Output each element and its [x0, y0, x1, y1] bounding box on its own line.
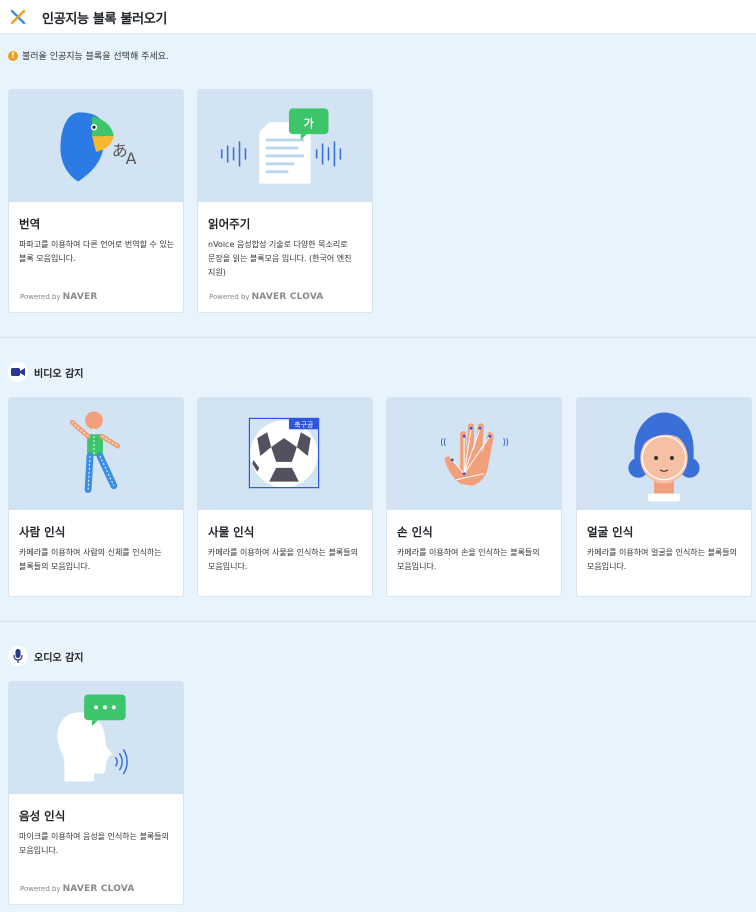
svg-text:A: A	[126, 149, 137, 168]
section-audio: 오디오 감지	[8, 646, 83, 666]
card-image	[387, 398, 561, 510]
card-description: 카메라를 이용하여 손을 인식하는 블록들의 모음입니다.	[397, 548, 540, 571]
close-icon[interactable]	[9, 8, 27, 26]
dialog-header: 인공지능 블록 불러오기	[0, 0, 756, 34]
card-image: 가	[198, 90, 372, 202]
soccer-ball-icon: 축구공	[248, 417, 320, 489]
naver-clova-logo: NAVER CLOVA	[251, 292, 324, 302]
card-face[interactable]: 얼굴 인식 카메라를 이용하여 얼굴을 인식하는 블록들의 모음입니다.	[576, 397, 752, 597]
card-description: 마이크를 이용하여 음성을 인식하는 블록들의 모음입니다.	[19, 832, 170, 855]
face-icon	[628, 412, 700, 502]
card-description: nVoice 음성합성 기술로 다양한 목소리로 문장을 읽는 블록모음 입니다…	[208, 240, 352, 277]
card-description: 파파고를 이용하여 다른 언어로 번역할 수 있는 블록 모음입니다.	[19, 240, 175, 263]
speaking-head-icon	[57, 694, 128, 782]
document-speech-icon: 가	[220, 108, 342, 184]
notice-text: 불러올 인공지능 블록을 선택해 주세요.	[22, 52, 169, 62]
card-description: 카메라를 이용하여 사물을 인식하는 블록들의 모음입니다.	[208, 548, 359, 571]
detection-label: 축구공	[294, 420, 313, 429]
card-title: 사물 인식	[208, 525, 255, 539]
card-description: 카메라를 이용하여 사람의 신체를 인식하는 블록들의 모음입니다.	[19, 548, 162, 571]
card-image	[577, 398, 751, 510]
microphone-icon	[8, 646, 28, 666]
powered-by: Powered by NAVER	[20, 292, 98, 302]
powered-by: Powered by NAVER CLOVA	[209, 292, 324, 302]
card-human[interactable]: 사람 인식 카메라를 이용하여 사람의 신체를 인식하는 블록들의 모음입니다.	[8, 397, 184, 597]
powered-prefix: Powered by	[20, 293, 61, 301]
warning-icon: !	[8, 50, 18, 61]
card-title: 손 인식	[397, 525, 433, 539]
papago-parrot-icon: あ A	[60, 112, 137, 182]
card-title: 사람 인식	[19, 525, 66, 539]
video-camera-icon	[8, 362, 28, 382]
powered-by: Powered by NAVER CLOVA	[20, 884, 135, 894]
card-image	[9, 682, 183, 794]
card-translate[interactable]: あ A 번역 파파고를 이용하여 다른 언어로 번역할 수 있는 블록 모음입니…	[8, 89, 184, 313]
card-object[interactable]: 축구공 사물 인식 카메라를 이용하여 사물을 인식하는 블록들의 모음입니다.	[197, 397, 373, 597]
card-tts[interactable]: 가 읽어주기 nVoice 음성합성 기술로 다양한 목소리로 문장을 읽는 블…	[197, 89, 373, 313]
section-label: 오디오 감지	[34, 652, 84, 664]
card-image: 축구공	[198, 398, 372, 510]
powered-prefix: Powered by	[209, 293, 250, 301]
section-divider	[0, 621, 756, 622]
card-title: 번역	[19, 217, 41, 231]
card-image: あ A	[9, 90, 183, 202]
card-title: 음성 인식	[19, 809, 66, 823]
bubble-text: 가	[304, 116, 314, 130]
naver-logo: NAVER	[62, 292, 98, 302]
naver-clova-logo: NAVER CLOVA	[62, 884, 135, 894]
card-title: 얼굴 인식	[587, 525, 634, 539]
section-video: 비디오 감지	[8, 362, 83, 382]
hand-icon	[440, 423, 509, 486]
card-description: 카메라를 이용하여 얼굴을 인식하는 블록들의 모음입니다.	[587, 548, 738, 571]
notice: ! 불러올 인공지능 블록을 선택해 주세요.	[8, 49, 169, 62]
powered-prefix: Powered by	[20, 885, 61, 893]
person-pose-icon	[69, 411, 121, 494]
card-image	[9, 398, 183, 510]
card-voice[interactable]: 음성 인식 마이크를 이용하여 음성을 인식하는 블록들의 모음입니다. Pow…	[8, 681, 184, 905]
card-hand[interactable]: 손 인식 카메라를 이용하여 손을 인식하는 블록들의 모음입니다.	[386, 397, 562, 597]
dialog-title: 인공지능 블록 불러오기	[42, 12, 168, 27]
section-divider	[0, 337, 756, 338]
section-label: 비디오 감지	[34, 368, 84, 380]
card-title: 읽어주기	[208, 217, 251, 231]
